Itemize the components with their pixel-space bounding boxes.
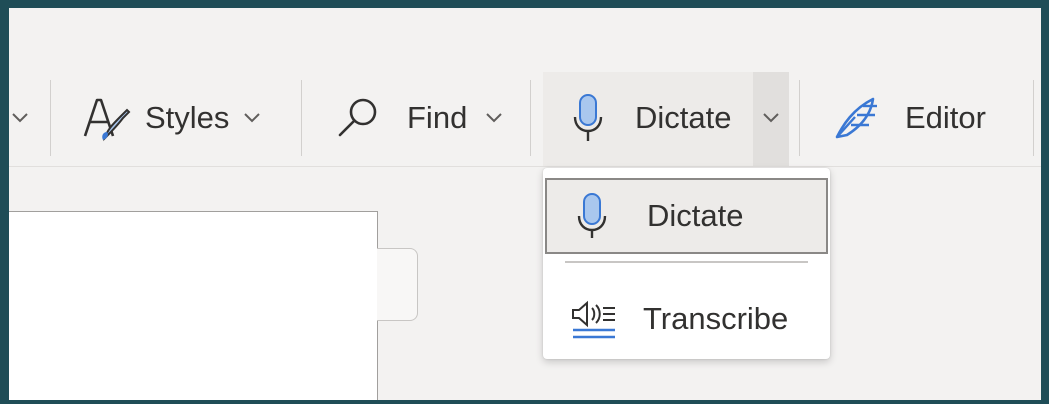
dictate-button[interactable]: Dictate (571, 82, 751, 154)
side-pane-tab[interactable] (377, 248, 418, 321)
menu-item-transcribe[interactable]: Transcribe (545, 281, 828, 357)
dictate-label: Dictate (635, 100, 732, 135)
ribbon-separator (799, 80, 800, 156)
dictate-dropdown-menu: Dictate Transcribe (543, 168, 830, 359)
chevron-down-icon (483, 107, 505, 129)
microphone-icon (575, 192, 609, 240)
editor-pen-icon (833, 95, 879, 141)
ribbon-separator (1033, 80, 1034, 156)
ribbon-separator (530, 80, 531, 156)
chevron-down-icon (760, 107, 782, 129)
search-icon (335, 95, 381, 141)
editor-button[interactable]: Editor (833, 82, 1023, 154)
styles-button[interactable]: Styles (81, 82, 293, 154)
document-page[interactable] (9, 211, 378, 400)
styles-label: Styles (145, 100, 230, 135)
styles-icon (81, 94, 131, 142)
ribbon-separator (50, 80, 51, 156)
microphone-icon (571, 93, 605, 143)
chevron-down-icon (241, 107, 263, 129)
editor-label: Editor (905, 100, 986, 135)
menu-item-label: Dictate (647, 198, 744, 233)
previous-group-dropdown[interactable] (9, 82, 39, 154)
transcribe-icon (569, 296, 619, 342)
chevron-down-icon (9, 107, 31, 129)
app-window: Styles Find Dictate Editor Dictate Trans… (9, 8, 1041, 400)
find-button[interactable]: Find (335, 82, 520, 154)
dictate-chevron[interactable] (753, 82, 789, 154)
ribbon-toolbar: Styles Find Dictate Editor (9, 8, 1041, 167)
menu-item-dictate[interactable]: Dictate (545, 178, 828, 254)
ribbon-separator (301, 80, 302, 156)
find-label: Find (407, 100, 468, 135)
menu-divider (565, 261, 808, 263)
menu-item-label: Transcribe (643, 301, 789, 336)
